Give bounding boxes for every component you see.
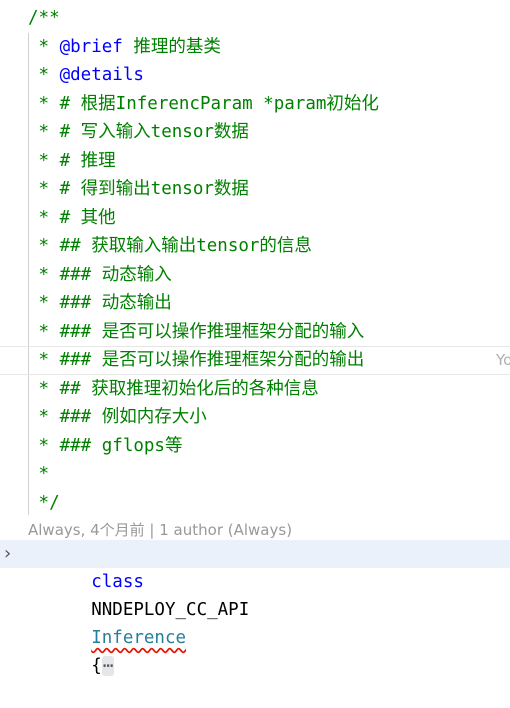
- comment-line[interactable]: * # 其他: [0, 204, 510, 233]
- class-name[interactable]: Inference: [91, 628, 186, 648]
- comment-line[interactable]: */: [0, 489, 510, 518]
- comment-line[interactable]: * ## 获取输入输出tensor的信息: [0, 232, 510, 261]
- comment-text: /**: [28, 8, 60, 28]
- folded-region-ellipsis[interactable]: ⋯: [101, 656, 115, 676]
- comment-line[interactable]: * # 得到输出tensor数据: [0, 175, 510, 204]
- chevron-right-icon[interactable]: ›: [4, 540, 18, 568]
- comment-line[interactable]: * @details: [0, 61, 510, 90]
- comment-text: * ## 获取推理初始化后的各种信息: [28, 378, 319, 399]
- comment-line[interactable]: * @brief 推理的基类: [0, 33, 510, 62]
- comment-line[interactable]: * # 推理: [0, 147, 510, 176]
- comment-line[interactable]: * ### 是否可以操作推理框架分配的输出 Yo: [0, 346, 510, 375]
- comment-text: * # 推理: [28, 150, 116, 171]
- comment-line[interactable]: /**: [0, 4, 510, 33]
- comment-text: *: [28, 464, 50, 484]
- doc-tag: @details: [59, 65, 144, 85]
- comment-text: * # 根据InferencParam *param初始化: [28, 93, 379, 114]
- class-declaration-line[interactable]: › class NNDEPLOY_CC_API Inference {⋯: [0, 540, 510, 676]
- comment-text: * ### 例如内存大小: [28, 407, 207, 427]
- comment-text: * # 其他: [28, 207, 116, 228]
- comment-text: * # 得到输出tensor数据: [28, 179, 249, 199]
- comment-text: * ## 获取输入输出tensor的信息: [28, 236, 312, 256]
- comment-text: * @details: [28, 65, 144, 85]
- doc-tag: @brief: [59, 36, 123, 57]
- comment-text: * ### 是否可以操作推理框架分配的输入: [28, 321, 365, 342]
- inline-ghost-text: Yo: [496, 351, 510, 369]
- comment-line[interactable]: * ### gflops等: [0, 432, 510, 461]
- comment-text: * ### 动态输出: [28, 293, 172, 313]
- comment-text: * @brief 推理的基类: [28, 36, 221, 57]
- comment-text: * ### 是否可以操作推理框架分配的输出: [28, 350, 365, 370]
- comment-text: */: [28, 492, 60, 513]
- comment-line[interactable]: * ### 例如内存大小: [0, 403, 510, 432]
- comment-text: * ### 动态输入: [28, 264, 172, 285]
- comment-line[interactable]: * ### 是否可以操作推理框架分配的输入: [0, 318, 510, 347]
- comment-text: * # 写入输入tensor数据: [28, 122, 249, 142]
- code-editor[interactable]: /** * @brief 推理的基类 * @details * # 根据Infe…: [0, 0, 510, 676]
- comment-line[interactable]: * ### 动态输出: [0, 289, 510, 318]
- comment-line[interactable]: *: [0, 460, 510, 489]
- keyword-class: class: [91, 572, 144, 592]
- comment-line[interactable]: * # 写入输入tensor数据: [0, 118, 510, 147]
- comment-line[interactable]: * ## 获取推理初始化后的各种信息: [0, 375, 510, 404]
- comment-text: * ### gflops等: [28, 435, 183, 456]
- git-blame-codelens[interactable]: Always, 4个月前 | 1 author (Always): [28, 518, 292, 542]
- open-brace: {: [91, 656, 102, 676]
- export-macro: NNDEPLOY_CC_API: [91, 600, 250, 620]
- comment-line[interactable]: * # 根据InferencParam *param初始化: [0, 90, 510, 119]
- comment-line[interactable]: * ### 动态输入: [0, 261, 510, 290]
